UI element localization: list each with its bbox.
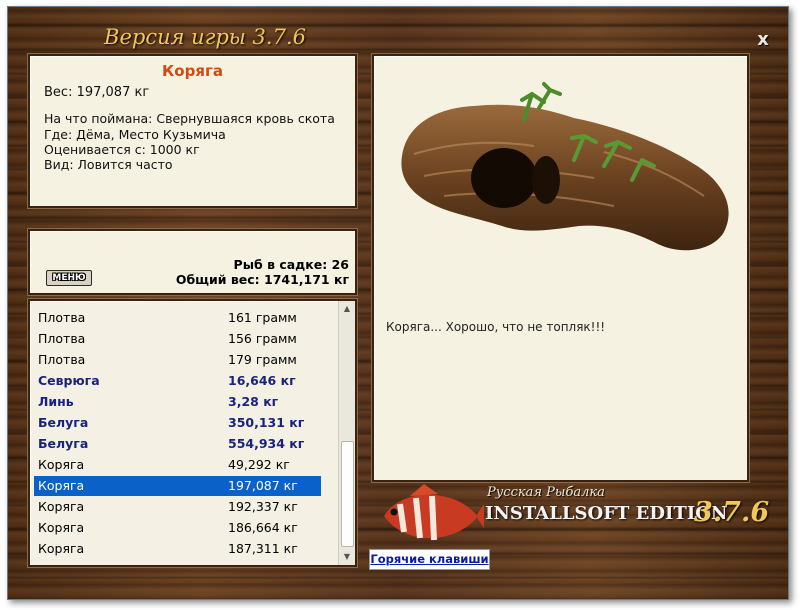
catch-list-row[interactable]: Белуга 554,934 кг [34,434,321,454]
row-fish-weight: 3,28 кг [228,394,279,409]
scroll-thumb[interactable] [341,441,354,547]
row-fish-weight: 179 грамм [228,352,297,367]
catch-list-row[interactable]: Коряга 49,292 кг [34,455,321,475]
game-logo: Русская Рыбалка INSTALLSOFT EDITION 3.7.… [380,480,775,550]
catch-list-row[interactable]: Плотва 156 грамм [34,329,321,349]
row-fish-name: Коряга [38,499,85,514]
row-fish-weight: 49,292 кг [228,457,290,472]
catch-list-row[interactable]: Плотва 179 грамм [34,350,321,370]
row-fish-weight: 161 грамм [228,310,297,325]
catch-list-row[interactable]: Севрюга 16,646 кг [34,371,321,391]
catch-list-row[interactable]: Плотва 161 грамм [34,308,321,328]
row-fish-name: Коряга [38,457,85,472]
catch-list-row[interactable]: Коряга 192,337 кг [34,497,321,517]
row-fish-name: Линь [38,394,74,409]
keeper-count: Рыб в садке: 26 [233,257,349,272]
scroll-down-icon[interactable]: ▼ [339,549,355,565]
catch-name: Коряга [162,62,223,80]
row-fish-name: Белуга [38,436,89,451]
catch-list-row[interactable]: Белуга 350,131 кг [34,413,321,433]
keeper-total-weight: Общий вес: 1741,171 кг [175,272,349,287]
row-fish-weight: 186,664 кг [228,520,298,535]
row-fish-weight: 554,934 кг [228,436,305,451]
keeper-panel: МЕНЮ Рыб в садке: 26 Общий вес: 1741,171… [28,229,357,295]
row-fish-name: Плотва [38,331,86,346]
row-fish-name: Коряга [38,541,85,556]
catch-weight: Вес: 197,087 кг [44,85,150,100]
driftwood-image [401,82,729,251]
hotkeys-link[interactable]: Горячие клавиши [369,549,490,570]
row-fish-name: Плотва [38,310,86,325]
row-fish-name: Коряга [38,478,85,493]
row-fish-name: Севрюга [38,373,100,388]
logo-version: 3.7.6 [694,497,770,528]
row-fish-weight: 197,087 кг [228,478,298,493]
logo-edition: INSTALLSOFT EDITION [485,503,728,524]
catch-location: Где: Дёма, Место Кузьмича [44,127,226,142]
row-fish-weight: 187,311 кг [228,541,298,556]
logo-subtitle: Русская Рыбалка [487,485,605,500]
catch-list[interactable]: Плотва 161 грамм Плотва 156 грамм Плотва 179 … [28,299,357,567]
catch-list-row[interactable]: Коряга 187,311 кг [34,539,321,559]
catch-frequency: Вид: Ловится часто [44,157,173,172]
row-fish-name: Белуга [38,415,89,430]
window-title: Версия игры 3.7.6 [104,25,306,49]
row-fish-name: Коряга [38,520,85,535]
close-button[interactable]: x [752,29,774,51]
row-fish-weight: 192,337 кг [228,499,298,514]
row-fish-weight: 350,131 кг [228,415,305,430]
row-fish-weight: 156 грамм [228,331,297,346]
list-scrollbar[interactable]: ▲ ▼ [338,301,355,565]
catch-list-row[interactable]: Линь 3,28 кг [34,392,321,412]
row-fish-name: Плотва [38,352,86,367]
catch-price: Оценивается с: 1000 кг [44,142,200,157]
catch-detail-panel: Коряга... Хорошо, что не топляк!!! [372,54,749,482]
catch-bait: На что поймана: Свернувшаяся кровь скота [44,111,335,126]
catch-comment: Коряга... Хорошо, что не топляк!!! [386,320,606,334]
menu-button[interactable]: МЕНЮ [46,270,92,286]
catch-info-panel: Коряга Вес: 197,087 кг На что поймана: С… [28,54,357,208]
scroll-up-icon[interactable]: ▲ [339,301,355,317]
row-fish-weight: 16,646 кг [228,373,296,388]
catch-list-row[interactable]: Коряга 186,664 кг [34,518,321,538]
fish-icon [384,484,484,541]
catch-list-row[interactable]: Коряга 197,087 кг [34,476,321,496]
